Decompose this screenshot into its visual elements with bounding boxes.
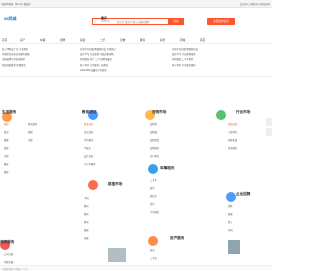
nav-edu[interactable]: 教育	[140, 38, 145, 42]
life-item[interactable]: 月嫂	[28, 138, 33, 142]
used-item[interactable]: 母婴	[84, 236, 89, 240]
nav-house[interactable]: 房产	[20, 38, 25, 42]
news-item[interactable]: 好物精选 房产 二手 招聘全覆盖	[80, 58, 116, 63]
services-item[interactable]: 公司注册	[4, 252, 13, 256]
auto-item[interactable]: 汽车服务	[150, 210, 159, 214]
life-item[interactable]: 婚庆	[4, 162, 9, 166]
nav-home[interactable]: 首页	[2, 38, 7, 42]
nav-local[interactable]: 同城	[180, 38, 185, 42]
life-item[interactable]: 家政	[4, 122, 9, 126]
life-item[interactable]: 保姆	[28, 130, 33, 134]
house-item[interactable]: 二手房	[150, 256, 157, 260]
life-item[interactable]: 维修	[4, 146, 9, 150]
service2-icon	[226, 192, 236, 202]
nav-jobs[interactable]: 招聘	[60, 38, 65, 42]
biz-item[interactable]: 机械设备	[228, 122, 237, 126]
edu-item[interactable]: 学历教育	[84, 138, 93, 142]
edu-item[interactable]: 职业培训	[84, 122, 93, 126]
section-divider	[0, 76, 272, 77]
house-icon	[148, 236, 158, 246]
footer: 中国本地网 58同城 © 2023	[0, 265, 272, 271]
used-item[interactable]: 服装	[84, 228, 89, 232]
services-item[interactable]: 代理记账	[4, 260, 13, 264]
edu-item[interactable]: 设计培训	[84, 154, 93, 158]
edu-item[interactable]: 中小学辅导	[84, 162, 96, 166]
service2-item[interactable]: 销售	[228, 204, 233, 208]
auto-item[interactable]: 摩托车	[150, 194, 157, 198]
life-title[interactable]: 生活服务	[2, 110, 16, 115]
biz-item[interactable]: 工程承包	[228, 130, 237, 134]
promo-image[interactable]	[228, 240, 240, 254]
post-button[interactable]: 免费发布信息	[207, 18, 235, 25]
promo-image[interactable]	[108, 248, 126, 262]
edu-title[interactable]: 教育培训	[82, 110, 96, 115]
switch-city-link[interactable]: [切换城市]	[101, 20, 110, 23]
side-button[interactable]	[266, 118, 272, 126]
used-icon	[88, 180, 98, 190]
auto-item[interactable]: 货车	[150, 202, 155, 206]
edu-item[interactable]: IT培训	[84, 146, 91, 150]
news-item[interactable]: 优质商家推荐 免费咨询	[2, 64, 30, 69]
auto-title[interactable]: 车辆相关	[160, 166, 174, 171]
news-item[interactable]: 2022.08年度最佳平台服务	[80, 69, 116, 74]
search-input[interactable]	[117, 20, 167, 24]
biz-title[interactable]: 行业市场	[236, 110, 250, 115]
search-button[interactable]: 搜索	[168, 18, 184, 25]
side-button[interactable]	[266, 128, 272, 136]
life-item[interactable]: 开锁	[4, 154, 9, 158]
pets-item[interactable]: 宠物服务	[150, 146, 159, 150]
news-left: 加入58精品广告 专业服务 本地所有发布信息都有保障 全国招聘平台优选推荐 优质…	[2, 48, 30, 69]
main-nav: 首页 房产 车辆 招聘 家政 二手 宠物 教育 商务 同城 黄页	[0, 37, 272, 44]
life-item[interactable]: 家电维修	[28, 122, 37, 126]
pets-item[interactable]: 宠物猫	[150, 130, 157, 134]
nav-homecare[interactable]: 家政	[80, 38, 85, 42]
news-item[interactable]: 新人特享 汽车服务推荐	[172, 64, 198, 69]
service2-item[interactable]: 普工	[228, 220, 233, 224]
auto-icon	[148, 164, 158, 174]
topbar-right[interactable]: 会员中心 帮助中心 网站导航	[240, 2, 270, 6]
news-right: 开创平台机遇 解锁新机会 高开学习 专业课程推荐 好物精选 二手车推荐 新人特享…	[172, 48, 198, 69]
news-mid: 开创平台机遇 解锁新机会 不再错过 高开学习 专业课程 升职必看攻略 好物精选 …	[80, 48, 116, 74]
house-title[interactable]: 房产服务	[170, 236, 184, 241]
top-bar: 中国本地网 - 58.com 换城市 会员中心 帮助中心 网站导航	[0, 0, 272, 8]
biz-item[interactable]: 商务服务	[228, 146, 237, 150]
service2-item[interactable]: 司机	[228, 228, 233, 232]
pets-item[interactable]: 宠物用品	[150, 138, 159, 142]
used-item[interactable]: 手机	[84, 196, 89, 200]
house-item[interactable]: 新房	[150, 248, 155, 252]
used-item[interactable]: 家电	[84, 220, 89, 224]
nav-pets[interactable]: 宠物	[120, 38, 125, 42]
auto-item[interactable]: 新车	[150, 186, 155, 190]
life-item[interactable]: 保洁	[4, 130, 9, 134]
service2-title[interactable]: 企业招聘	[236, 192, 250, 197]
topbar-left[interactable]: 中国本地网 - 58.com 换城市	[1, 2, 31, 6]
edu-item[interactable]: 语言培训	[84, 130, 93, 134]
used-title[interactable]: 跳蚤市场	[108, 182, 122, 187]
pets-item[interactable]: 花鸟鱼虫	[150, 154, 159, 158]
footer-text: 中国本地网 58同城 © 2023	[2, 269, 29, 271]
search-box: 肇庆 [切换城市] 搜索	[92, 16, 184, 25]
biz-item[interactable]: 农林牧渔	[228, 138, 237, 142]
nav-yellowpages[interactable]: 黄页	[200, 38, 205, 42]
services-title[interactable]: 商务服务	[0, 240, 14, 245]
life-item[interactable]: 摄影	[4, 170, 9, 174]
life-item[interactable]: 搬家	[4, 138, 9, 142]
service2-item[interactable]: 客服	[228, 212, 233, 216]
used-item[interactable]: 家具	[84, 212, 89, 216]
nav-biz[interactable]: 商务	[160, 38, 165, 42]
pets-title[interactable]: 宠物市场	[152, 110, 166, 115]
auto-item[interactable]: 二手车	[150, 178, 157, 182]
nav-cars[interactable]: 车辆	[40, 38, 45, 42]
site-logo[interactable]: 58同城	[4, 16, 16, 22]
used-item[interactable]: 数码	[84, 204, 89, 208]
nav-used[interactable]: 二手	[100, 38, 105, 42]
pets-item[interactable]: 宠物狗	[150, 122, 157, 126]
biz-icon	[216, 110, 226, 120]
